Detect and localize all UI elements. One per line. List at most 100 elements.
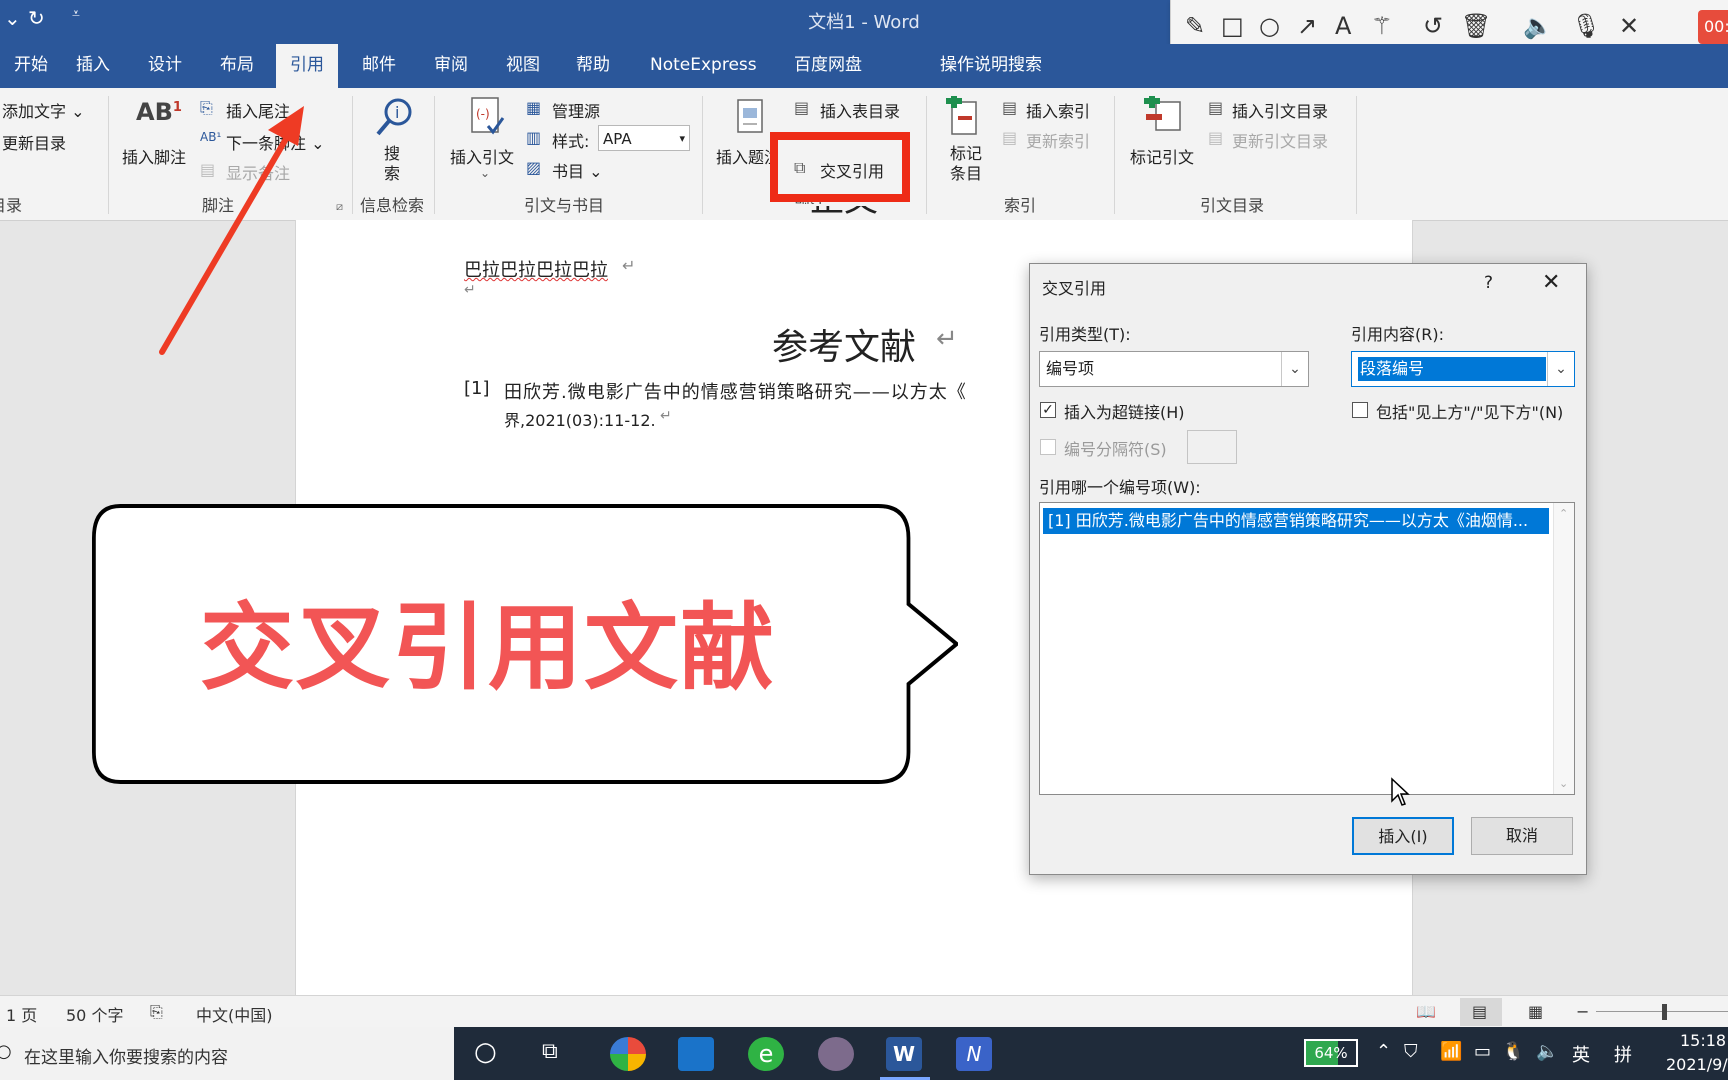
insert-hyperlink-label[interactable]: 插入为超链接(H) bbox=[1064, 399, 1185, 423]
reference-type-select[interactable]: 编号项 ⌄ bbox=[1039, 351, 1309, 387]
style-icon: ▥ bbox=[526, 128, 542, 147]
numbered-items-list[interactable]: [1] 田欣芳.微电影广告中的情感营销策略研究——以方太《油烟情... ⌃ ⌄ bbox=[1039, 502, 1575, 795]
text-tool-icon[interactable]: A bbox=[1335, 12, 1351, 40]
update-index-button[interactable]: 更新索引 bbox=[1026, 128, 1090, 152]
insert-toa-button[interactable]: 插入引文目录 bbox=[1232, 98, 1328, 122]
manage-sources-button[interactable]: 管理源 bbox=[552, 98, 600, 122]
insert-citation-button[interactable]: 插入引文 bbox=[450, 144, 514, 168]
app-icon[interactable] bbox=[818, 1037, 854, 1071]
close-icon[interactable]: ✕ bbox=[1619, 12, 1639, 40]
cortana-icon[interactable]: ○ bbox=[474, 1037, 497, 1067]
ime-language[interactable]: 英 bbox=[1572, 1041, 1590, 1067]
bibliography-button[interactable]: 书目 ⌄ bbox=[552, 158, 603, 182]
chevron-down-icon[interactable]: ⌄ bbox=[480, 166, 490, 180]
power-icon[interactable]: ▭ bbox=[1474, 1041, 1491, 1062]
list-item[interactable]: [1] 田欣芳.微电影广告中的情感营销策略研究——以方太《油烟情... bbox=[1043, 508, 1549, 534]
browser-icon[interactable]: e bbox=[748, 1037, 784, 1071]
group-label-index: 索引 bbox=[1004, 196, 1037, 215]
close-icon[interactable]: ✕ bbox=[1542, 270, 1560, 295]
tab-mailings[interactable]: 邮件 bbox=[348, 44, 410, 88]
tab-references[interactable]: 引用 bbox=[276, 44, 338, 88]
cancel-button[interactable]: 取消 bbox=[1471, 817, 1573, 855]
scroll-up-icon[interactable]: ⌃ bbox=[1559, 507, 1568, 520]
web-layout-icon[interactable]: ▦ bbox=[1528, 1002, 1543, 1021]
microphone-icon[interactable]: 🎙 bbox=[1571, 12, 1601, 40]
reference-text-line1[interactable]: 田欣芳.微电影广告中的情感营销策略研究——以方太《 bbox=[504, 378, 1040, 404]
tell-me-search[interactable]: 操作说明搜索 bbox=[926, 44, 1056, 88]
taskbar-search-input[interactable]: 在这里输入你要搜索的内容 bbox=[24, 1043, 228, 1068]
tab-view[interactable]: 视图 bbox=[492, 44, 554, 88]
separate-numbers-checkbox[interactable] bbox=[1040, 439, 1056, 455]
page-count[interactable]: 1 页 bbox=[6, 1002, 37, 1026]
proofing-icon[interactable]: ⎘ bbox=[150, 1002, 163, 1022]
store-icon[interactable] bbox=[678, 1037, 714, 1071]
undo-icon[interactable]: ↺ bbox=[1423, 12, 1443, 40]
trash-icon[interactable]: 🗑 bbox=[1461, 12, 1491, 40]
noteexpress-icon[interactable]: N bbox=[956, 1037, 992, 1071]
reference-text-line2[interactable]: 界,2021(03):11-12. bbox=[504, 407, 656, 431]
tab-design[interactable]: 设计 bbox=[134, 44, 196, 88]
chevron-down-icon: ⌄ bbox=[1547, 352, 1574, 386]
word-count[interactable]: 50 个字 bbox=[66, 1002, 123, 1026]
recording-timer[interactable]: 00: bbox=[1698, 10, 1728, 44]
arrow-icon[interactable]: ↗ bbox=[1297, 12, 1317, 40]
scrollbar[interactable]: ⌃ ⌄ bbox=[1553, 503, 1574, 794]
rectangle-icon[interactable]: □ bbox=[1221, 12, 1244, 40]
mark-citation-button[interactable]: 标记引文 bbox=[1130, 144, 1194, 168]
manage-sources-icon: ▦ bbox=[526, 98, 542, 117]
wifi-icon[interactable]: 📶 bbox=[1440, 1041, 1462, 1062]
read-mode-icon[interactable]: 📖 bbox=[1416, 1002, 1436, 1021]
volume-icon[interactable]: 🔈 bbox=[1536, 1041, 1558, 1062]
mark-entry-button[interactable]: 标记 条目 bbox=[950, 144, 982, 184]
tab-home[interactable]: 开始 bbox=[0, 44, 62, 88]
pencil-icon[interactable]: ✎ bbox=[1185, 12, 1205, 40]
clock-time[interactable]: 15:18 bbox=[1680, 1031, 1726, 1050]
insert-index-button[interactable]: 插入索引 bbox=[1026, 98, 1090, 122]
shield-icon[interactable]: ⛉ bbox=[1404, 1041, 1418, 1062]
tab-noteexpress[interactable]: NoteExpress bbox=[636, 44, 771, 88]
task-view-icon[interactable]: ⧉ bbox=[542, 1039, 558, 1064]
body-text[interactable]: 巴拉巴拉巴拉巴拉 bbox=[464, 256, 608, 282]
references-heading[interactable]: 参考文献 bbox=[772, 318, 916, 370]
print-layout-icon[interactable]: ▤ bbox=[1472, 1002, 1487, 1021]
insert-table-of-figures-button[interactable]: 插入表目录 bbox=[820, 98, 900, 122]
add-text-button[interactable]: 添加文字 ⌄ bbox=[2, 98, 85, 122]
reference-content-label: 引用内容(R): bbox=[1351, 325, 1444, 344]
tab-layout[interactable]: 布局 bbox=[206, 44, 268, 88]
citation-style-select[interactable]: APA ▾ bbox=[598, 125, 690, 151]
insert-caption-button[interactable]: 插入题注 bbox=[716, 144, 770, 168]
tab-baidu-netdisk[interactable]: 百度网盘 bbox=[780, 44, 876, 88]
chevron-up-icon[interactable]: ⌃ bbox=[1376, 1041, 1391, 1062]
include-above-below-label[interactable]: 包括"见上方"/"见下方"(N) bbox=[1376, 399, 1563, 423]
tab-review[interactable]: 审阅 bbox=[420, 44, 482, 88]
battery-indicator[interactable]: 64% bbox=[1304, 1039, 1358, 1067]
zoom-slider-thumb[interactable] bbox=[1662, 1004, 1667, 1020]
qq-icon[interactable]: 🐧 bbox=[1502, 1041, 1524, 1062]
insert-hyperlink-checkbox[interactable]: ✓ bbox=[1040, 402, 1056, 418]
help-button[interactable]: ? bbox=[1484, 273, 1493, 293]
mark-citation-icon bbox=[1142, 94, 1186, 142]
update-toc-button[interactable]: 更新目录 bbox=[2, 130, 66, 154]
group-label-toa: 引文目录 bbox=[1200, 196, 1265, 215]
dialog-launcher-icon[interactable]: ⧄ bbox=[336, 200, 343, 214]
include-above-below-checkbox[interactable] bbox=[1352, 402, 1368, 418]
tab-help[interactable]: 帮助 bbox=[562, 44, 624, 88]
taskbar-search[interactable]: ○ 在这里输入你要搜索的内容 bbox=[0, 1027, 454, 1080]
ime-mode[interactable]: 拼 bbox=[1614, 1041, 1632, 1067]
word-icon[interactable]: W bbox=[886, 1037, 922, 1071]
update-toa-button[interactable]: 更新引文目录 bbox=[1232, 128, 1328, 152]
tab-insert[interactable]: 插入 bbox=[62, 44, 124, 88]
separator-input[interactable] bbox=[1187, 430, 1237, 464]
zoom-out-icon[interactable]: − bbox=[1576, 1002, 1589, 1021]
scroll-down-icon[interactable]: ⌄ bbox=[1559, 777, 1568, 790]
magic-wand-icon[interactable]: ⚚ bbox=[1371, 12, 1393, 40]
speaker-icon[interactable]: 🔈 bbox=[1523, 12, 1553, 40]
search-button[interactable]: 搜 索 bbox=[384, 144, 400, 184]
language-indicator[interactable]: 中文(中国) bbox=[196, 1002, 273, 1026]
group-label-toc: 目录 bbox=[0, 196, 22, 215]
app-icon-colorful[interactable] bbox=[610, 1037, 646, 1071]
insert-button[interactable]: 插入(I) bbox=[1352, 817, 1454, 855]
reference-content-select[interactable]: 段落编号 ⌄ bbox=[1351, 351, 1575, 387]
clock-date[interactable]: 2021/9/ bbox=[1666, 1055, 1728, 1074]
circle-icon[interactable]: ○ bbox=[1259, 12, 1280, 40]
